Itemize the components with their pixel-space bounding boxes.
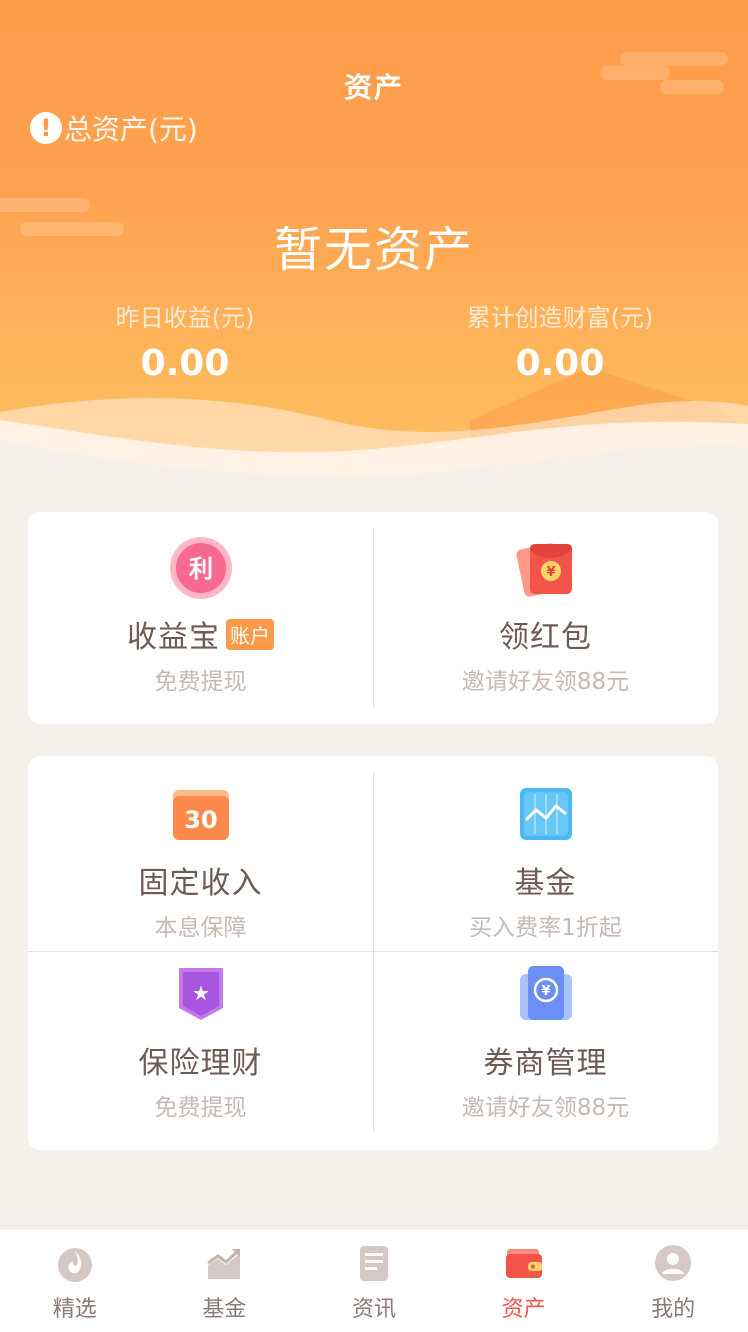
shouyibao-entry[interactable]: 利 收益宝 账户 免费提现	[28, 536, 373, 696]
news-icon	[354, 1243, 394, 1283]
total-assets-row[interactable]: ! 总资产(元)	[30, 108, 198, 148]
li-coin-icon: 利	[169, 536, 233, 600]
fixed-income-title: 固定收入	[138, 866, 263, 901]
earnings-card: 利 收益宝 账户 免费提现 ¥ 领红包 邀请好友领88元	[28, 512, 718, 724]
red-envelope-glyph: ¥	[546, 565, 555, 580]
fund-subtitle: 买入费率1折起	[469, 915, 622, 941]
insurance-title: 保险理财	[138, 1046, 263, 1081]
shouyibao-subtitle: 免费提现	[154, 669, 247, 695]
red-envelope-entry[interactable]: ¥ 领红包 邀请好友领88元	[373, 536, 718, 696]
yesterday-earnings-label: 昨日收益(元)	[115, 304, 255, 332]
calendar-30-icon: 30	[169, 782, 233, 846]
securities-subtitle: 邀请好友领88元	[461, 1095, 630, 1121]
securities-entry[interactable]: ¥ 券商管理 邀请好友领88元	[373, 962, 718, 1122]
tab-featured[interactable]: 精选	[0, 1229, 150, 1332]
assets-header: 资产 ! 总资产(元) 暂无资产 昨日收益(元) 0.00 累计创造财富(元) …	[0, 0, 748, 480]
red-envelope-icon: ¥	[514, 536, 578, 600]
tab-assets[interactable]: 资产	[449, 1229, 599, 1332]
bottom-tab-bar: 精选 基金 资讯 资产 我的	[0, 1228, 748, 1332]
tab-fund-label: 基金	[202, 1297, 247, 1322]
info-icon[interactable]: !	[30, 112, 62, 144]
fund-chart-icon	[514, 782, 578, 846]
divider	[28, 951, 718, 952]
yesterday-earnings: 昨日收益(元) 0.00	[35, 298, 335, 384]
tab-featured-label: 精选	[52, 1297, 97, 1322]
fund-title: 基金	[514, 866, 577, 901]
securities-title: 券商管理	[483, 1046, 608, 1081]
red-envelope-title: 领红包	[499, 620, 592, 655]
securities-ticket-icon: ¥	[514, 962, 578, 1026]
products-card: 30 固定收入 本息保障 基金 买入费率1折起 ★ 保险理财 免费提现 ¥ 券商…	[28, 756, 718, 1150]
shouyibao-title: 收益宝	[127, 620, 220, 655]
no-assets-status: 暂无资产	[273, 222, 474, 278]
tab-news-label: 资讯	[351, 1297, 396, 1322]
insurance-glyph: ★	[192, 981, 210, 1005]
tab-fund[interactable]: 基金	[150, 1229, 300, 1332]
account-badge: 账户	[226, 618, 274, 650]
tab-news[interactable]: 资讯	[299, 1229, 449, 1332]
fixed-income-entry[interactable]: 30 固定收入 本息保障	[28, 782, 373, 942]
total-assets-label: 总资产(元)	[64, 113, 198, 146]
insurance-shield-icon: ★	[169, 962, 233, 1026]
tab-assets-label: 资产	[501, 1297, 546, 1322]
cumulative-wealth: 累计创造财富(元) 0.00	[410, 298, 710, 384]
cumulative-wealth-value: 0.00	[515, 343, 605, 384]
trend-chart-icon	[204, 1243, 244, 1283]
profile-icon	[653, 1243, 693, 1283]
cumulative-wealth-label: 累计创造财富(元)	[466, 304, 654, 332]
wallet-icon	[504, 1243, 544, 1283]
page-title: 资产	[343, 71, 404, 104]
insurance-subtitle: 免费提现	[154, 1095, 247, 1121]
securities-glyph: ¥	[541, 984, 550, 999]
red-envelope-subtitle: 邀请好友领88元	[461, 669, 630, 695]
calendar-glyph: 30	[184, 806, 217, 834]
flame-icon	[55, 1243, 95, 1283]
tab-profile-label: 我的	[651, 1297, 696, 1322]
fixed-income-subtitle: 本息保障	[154, 915, 247, 941]
insurance-entry[interactable]: ★ 保险理财 免费提现	[28, 962, 373, 1122]
tab-profile[interactable]: 我的	[598, 1229, 748, 1332]
fund-entry[interactable]: 基金 买入费率1折起	[373, 782, 718, 942]
yesterday-earnings-value: 0.00	[140, 343, 230, 384]
assets-page: 资产 ! 总资产(元) 暂无资产 昨日收益(元) 0.00 累计创造财富(元) …	[0, 0, 748, 1332]
li-coin-glyph: 利	[189, 555, 213, 583]
